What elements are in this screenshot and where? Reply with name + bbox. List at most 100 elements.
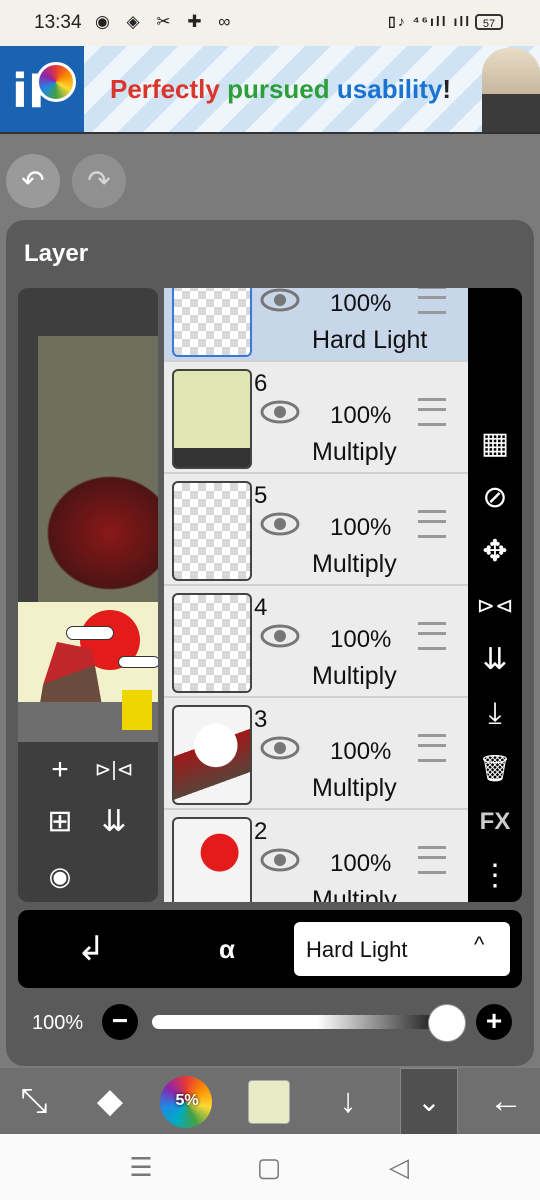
ibis-paint-logo: iP: [0, 46, 84, 132]
ad-slogan: Perfectly pursued usability!: [110, 74, 451, 105]
layer-row[interactable]: 3 100% Multiply: [164, 698, 468, 810]
flip-canvas-icon[interactable]: ⊳|⊲: [94, 750, 134, 790]
recent-apps-icon[interactable]: ☰: [126, 1152, 156, 1182]
transparency-icon[interactable]: ▦: [468, 422, 522, 466]
drag-handle-icon[interactable]: [418, 734, 446, 762]
flip-layer-icon[interactable]: ⊳⊲: [468, 584, 522, 628]
layer-property-bar: ↲ α Hard Light ^: [18, 910, 522, 988]
layer-thumbnail: [172, 369, 252, 469]
thumb-cloud: [118, 656, 158, 668]
layer-thumbnail: [172, 705, 252, 805]
layer-tools-bar: ▦ ⊘ ✥ ⊳⊲ ⇊ ⤓ 🗑 FX ⋮: [468, 288, 522, 902]
download-icon[interactable]: ⤓: [468, 692, 522, 736]
fx-button[interactable]: FX: [468, 800, 522, 844]
color-picker-button[interactable]: 5%: [160, 1076, 212, 1128]
add-layer-icon[interactable]: +: [40, 750, 80, 790]
layer-number: 3: [254, 706, 268, 733]
arrow-down-icon[interactable]: ↓: [320, 1076, 376, 1126]
merge-down-icon[interactable]: ⇊: [468, 638, 522, 682]
layer-blend-mode: Multiply: [312, 886, 397, 902]
opacity-slider-knob[interactable]: [428, 1004, 466, 1042]
lock-alpha-icon[interactable]: α: [204, 926, 250, 972]
layer-opacity: 100%: [330, 626, 392, 653]
canvas-preview[interactable]: + ⊳|⊲ ⊞ ⇊ ◉: [18, 288, 158, 902]
battery-icon: 57: [475, 14, 503, 30]
drag-handle-icon[interactable]: [418, 510, 446, 538]
clock: 13:34: [34, 12, 82, 33]
layer-thumbnail: [172, 288, 252, 357]
app-toolbar: ⤡ ◆ 5% ↓ ⌄ ←: [0, 1068, 540, 1136]
collapse-panel-button[interactable]: ⌄: [400, 1068, 458, 1136]
current-color-swatch[interactable]: [248, 1080, 290, 1124]
transform-tool-icon[interactable]: ⤡: [6, 1076, 62, 1126]
panel-title: Layer: [24, 240, 89, 267]
layer-opacity: 100%: [330, 514, 392, 541]
layer-opacity: 100%: [330, 290, 392, 317]
slogan-word: Perfectly: [110, 74, 220, 104]
drag-handle-icon[interactable]: [418, 288, 446, 314]
layer-opacity: 100%: [330, 402, 392, 429]
drag-handle-icon[interactable]: [418, 622, 446, 650]
layer-row[interactable]: 4 100% Multiply: [164, 586, 468, 698]
eye-icon[interactable]: [260, 400, 300, 424]
drag-handle-icon[interactable]: [418, 846, 446, 874]
clipping-mask-icon[interactable]: ⊘: [468, 476, 522, 520]
ad-character-image: [482, 48, 540, 132]
opacity-label: 100%: [32, 1012, 84, 1034]
slogan-word: pursued: [227, 74, 330, 104]
chevron-up-icon: ^: [474, 932, 485, 957]
camera-icon[interactable]: ◉: [40, 856, 80, 896]
layer-blend-mode: Hard Light: [312, 326, 428, 354]
eye-icon[interactable]: [260, 512, 300, 536]
move-icon[interactable]: ✥: [468, 530, 522, 574]
eye-icon[interactable]: [260, 736, 300, 760]
home-icon[interactable]: ▢: [254, 1152, 284, 1182]
layer-row[interactable]: 5 100% Multiply: [164, 474, 468, 586]
redo-button[interactable]: ↷: [72, 154, 126, 208]
undo-button[interactable]: ↶: [6, 154, 60, 208]
opacity-minus-button[interactable]: −: [102, 1004, 138, 1040]
signal-icons: ▯♪ ⁴⁶ıll ıll: [388, 13, 472, 29]
thumb-tower: [122, 690, 152, 730]
layer-number: 6: [254, 370, 268, 397]
color-wheel-logo-icon: [36, 62, 76, 102]
redo-icon: ↷: [87, 165, 111, 196]
eye-icon[interactable]: [260, 288, 300, 312]
layer-number: 2: [254, 818, 268, 845]
layer-row[interactable]: 100% Hard Light: [164, 288, 468, 362]
nav-back-icon[interactable]: ◁: [384, 1152, 414, 1182]
layer-opacity: 100%: [330, 850, 392, 877]
blend-mode-value: Hard Light: [306, 937, 408, 962]
layer-opacity: 100%: [330, 738, 392, 765]
layer-blend-mode: Multiply: [312, 774, 397, 802]
layer-number: 4: [254, 594, 268, 621]
layer-thumbnail: [172, 481, 252, 581]
more-icon[interactable]: ⋮: [468, 854, 522, 898]
canvas-art: [38, 468, 158, 598]
layer-row[interactable]: 6 100% Multiply: [164, 362, 468, 474]
merge-layer-icon[interactable]: ⇊: [94, 802, 134, 842]
layer-blend-mode: Multiply: [312, 662, 397, 690]
trash-icon[interactable]: 🗑: [468, 746, 522, 790]
clipping-icon[interactable]: ↲: [68, 926, 114, 972]
undo-icon: ↶: [21, 165, 45, 196]
layer-panel: Layer + ⊳|⊲ ⊞ ⇊ ◉ 100% Hard Light 6 100%…: [6, 220, 534, 1066]
eye-icon[interactable]: [260, 848, 300, 872]
layer-thumbnail: [172, 593, 252, 693]
duplicate-layer-icon[interactable]: ⊞: [40, 802, 80, 842]
thumb-cloud: [66, 626, 114, 640]
layer-row[interactable]: 2 100% Multiply: [164, 810, 468, 902]
layer-blend-mode: Multiply: [312, 438, 397, 466]
artwork-thumbnail[interactable]: [18, 602, 158, 742]
blend-mode-select[interactable]: Hard Light ^: [294, 922, 510, 976]
eye-icon[interactable]: [260, 624, 300, 648]
eraser-icon[interactable]: ◆: [82, 1076, 138, 1126]
system-nav-bar: ☰ ▢ ◁: [0, 1134, 540, 1200]
opacity-row: 100% − +: [18, 996, 522, 1052]
layer-list[interactable]: 100% Hard Light 6 100% Multiply 5 100% M…: [164, 288, 468, 902]
back-arrow-icon[interactable]: ←: [478, 1076, 534, 1126]
opacity-slider[interactable]: [152, 1015, 452, 1029]
opacity-plus-button[interactable]: +: [476, 1004, 512, 1040]
drag-handle-icon[interactable]: [418, 398, 446, 426]
ad-banner[interactable]: iP Perfectly pursued usability!: [0, 46, 540, 134]
